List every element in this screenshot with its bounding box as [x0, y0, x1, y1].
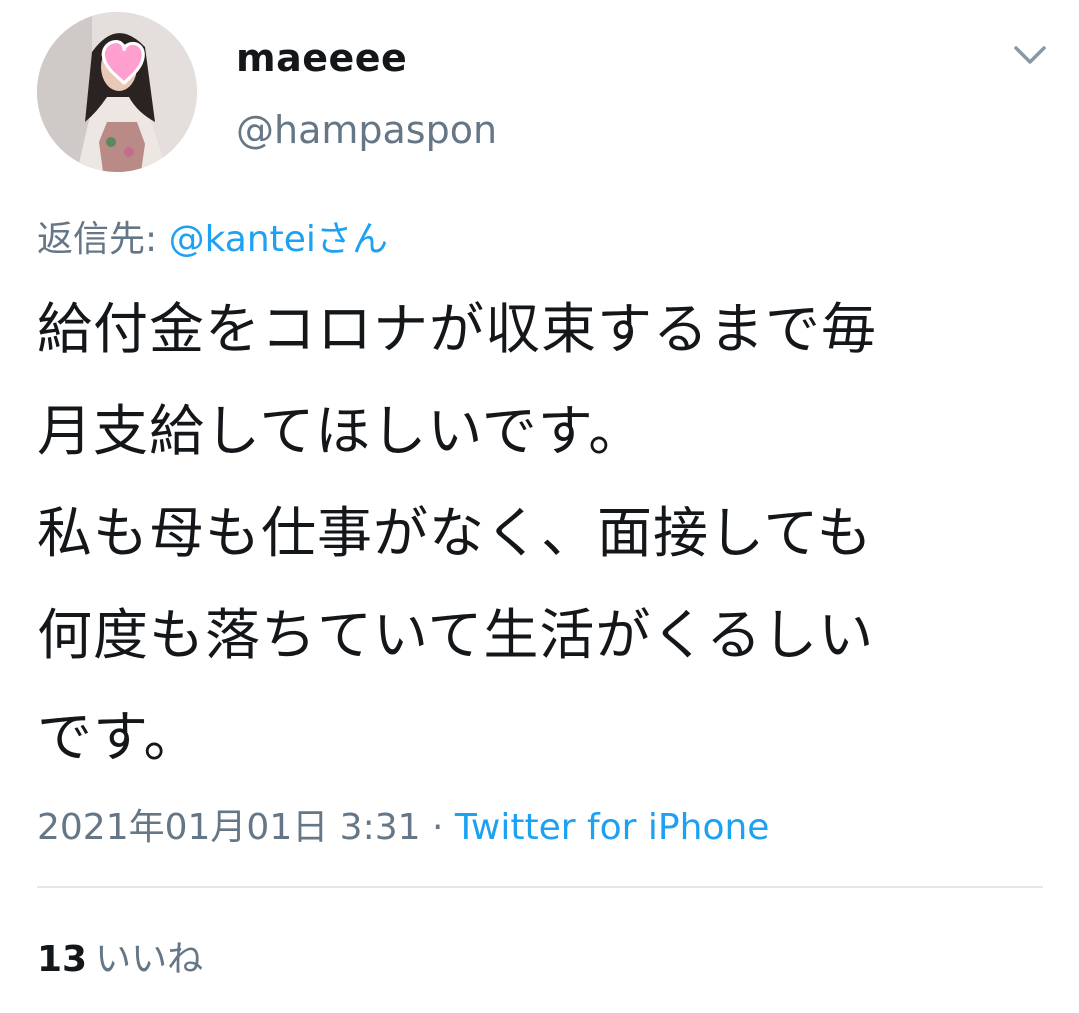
likes-count: 13: [37, 939, 88, 980]
reply-context: 返信先: @kanteiさん: [37, 210, 388, 262]
likes-stat[interactable]: 13 いいね: [37, 930, 203, 982]
user-handle[interactable]: @hampaspon: [236, 108, 497, 152]
avatar-photo-icon: [37, 12, 197, 172]
meta-separator: ·: [420, 807, 455, 848]
source-link[interactable]: Twitter for iPhone: [455, 807, 770, 848]
avatar[interactable]: [37, 12, 197, 172]
reply-suffix: さん: [315, 219, 388, 260]
tweet-text: 給付金をコロナが収束するまで毎 月支給してほしいです。 私も母も仕事がなく、面接…: [37, 278, 1047, 788]
tweet-text-line: 給付金をコロナが収束するまで毎: [37, 297, 878, 361]
tweet-text-line: 月支給してほしいです。: [37, 399, 645, 463]
timestamp[interactable]: 2021年01月01日 3:31: [37, 807, 421, 848]
reply-mention-link[interactable]: @kantei: [169, 219, 316, 260]
tweet-meta: 2021年01月01日 3:31 · Twitter for iPhone: [37, 798, 769, 850]
tweet-text-line: 私も母も仕事がなく、面接しても: [37, 501, 873, 565]
likes-label: いいね: [95, 939, 204, 980]
chevron-down-icon[interactable]: [1008, 38, 1052, 72]
tweet-text-line: です。: [37, 705, 200, 769]
display-name[interactable]: maeeee: [236, 36, 407, 80]
reply-prefix: 返信先:: [37, 219, 169, 260]
divider: [37, 886, 1043, 888]
tweet-text-line: 何度も落ちていて生活がくるしい: [37, 603, 875, 667]
tweet-card: maeeee @hampaspon 返信先: @kanteiさん 給付金をコロナ…: [0, 0, 1079, 1013]
